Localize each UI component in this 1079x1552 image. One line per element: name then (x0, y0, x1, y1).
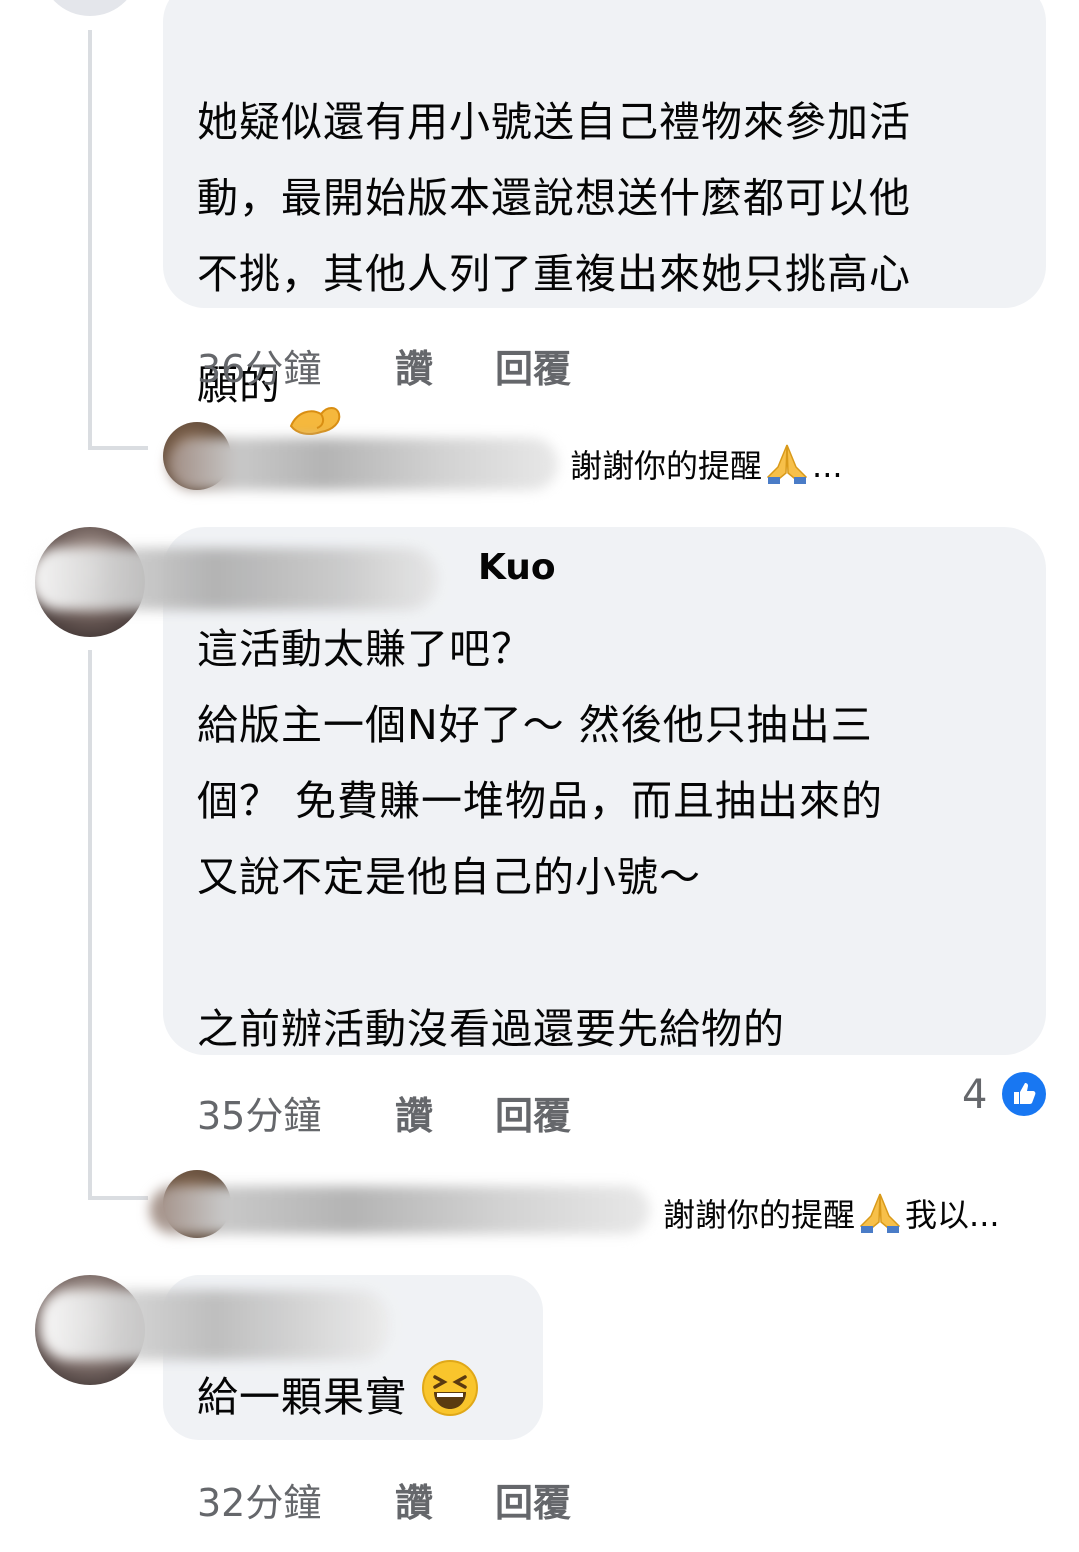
grinning-squinting-face-emoji-icon (421, 1359, 479, 1441)
reply-preview-1[interactable]: 謝謝你的提醒 ... (570, 441, 843, 493)
comment-text-1: 她疑似還有用小號送自己禮物來參加活 動，最開始版本還說想送什麼都可以他 不挑，其… (197, 8, 1046, 464)
reaction-count-2: 4 (962, 1072, 988, 1118)
comment-author-2[interactable]: Kuo (478, 547, 556, 588)
folded-hands-emoji-icon (764, 443, 810, 493)
reply-button-1[interactable]: 回覆 (495, 338, 571, 393)
redacted-name-1 (168, 438, 558, 490)
comment-text-3: 給一顆果實 (197, 1359, 479, 1441)
comment-meta-3: 32分鐘 讚 回覆 (197, 1472, 697, 1525)
reply-button-2[interactable]: 回覆 (495, 1085, 571, 1140)
thread-line-top (88, 30, 92, 450)
like-button-1[interactable]: 讚 (395, 338, 433, 393)
reply-preview-2[interactable]: 謝謝你的提醒 我以... (663, 1190, 1000, 1242)
folded-hands-emoji-icon (857, 1192, 903, 1242)
comment-time-1[interactable]: 36分鐘 (197, 338, 321, 393)
reply-preview-ellipsis-2: 我以... (905, 1196, 1000, 1234)
thread-connector-middle (88, 1196, 148, 1200)
like-button-2[interactable]: 讚 (395, 1085, 433, 1140)
comment-meta-2: 35分鐘 讚 回覆 (197, 1085, 697, 1138)
reply-preview-ellipsis-1: ... (812, 447, 843, 485)
comment-text-2: 這活動太賺了吧？ 給版主一個N好了～ 然後他只抽出三 個？ 免費賺一堆物品，而且… (197, 625, 884, 1053)
redacted-name-3 (40, 1290, 390, 1360)
reply-button-3[interactable]: 回覆 (495, 1472, 571, 1527)
comment-time-2[interactable]: 35分鐘 (197, 1085, 321, 1140)
comment-bubble-1: 她疑似還有用小號送自己禮物來參加活 動，最開始版本還說想送什麼都可以他 不挑，其… (163, 0, 1046, 435)
reply-preview-text-1: 謝謝你的提醒 (570, 447, 763, 485)
comment-meta-1: 36分鐘 讚 回覆 (197, 338, 697, 391)
like-button-3[interactable]: 讚 (395, 1472, 433, 1527)
comment-text-3-body: 給一顆果實 (197, 1373, 407, 1421)
redacted-name-2-reply (150, 1186, 650, 1234)
avatar-top-partial[interactable] (40, 0, 140, 16)
like-reaction-icon (1000, 1070, 1048, 1122)
reply-preview-text-2: 謝謝你的提醒 (663, 1196, 856, 1234)
thread-connector-top (88, 446, 148, 450)
comment-time-3[interactable]: 32分鐘 (197, 1472, 321, 1527)
redacted-name-2 (30, 548, 438, 610)
thread-line-middle (88, 650, 92, 1198)
